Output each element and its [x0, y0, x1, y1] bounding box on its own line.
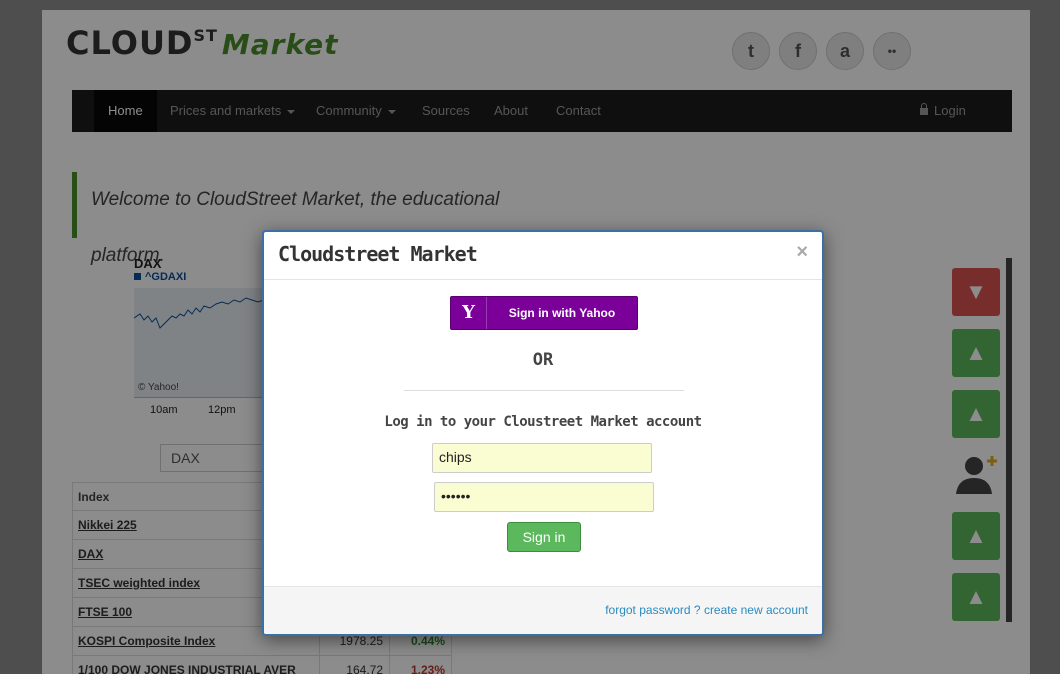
sign-in-button[interactable]: Sign in [507, 522, 581, 552]
divider [404, 390, 684, 391]
yahoo-logo-icon: Y [451, 297, 487, 329]
login-heading: Log in to your Cloustreet Market account [384, 414, 702, 430]
modal-header: Cloudstreet Market × [264, 232, 822, 280]
modal-title: Cloudstreet Market [278, 242, 478, 266]
or-separator: OR [532, 350, 554, 370]
yahoo-button-label: Sign in with Yahoo [508, 306, 616, 320]
sign-in-with-yahoo-button[interactable]: Y Sign in with Yahoo [450, 296, 638, 330]
close-icon[interactable]: × [796, 242, 808, 262]
password-field[interactable]: •••••• [434, 482, 654, 512]
footer-links: forgot password ? create new account [605, 603, 808, 617]
modal-footer: forgot password ? create new account [264, 586, 822, 634]
username-field[interactable]: chips [432, 443, 652, 473]
forgot-password-link[interactable]: forgot password ? [605, 603, 700, 617]
create-account-link[interactable]: create new account [704, 603, 808, 617]
login-modal: Cloudstreet Market × Y Sign in with Yaho… [262, 230, 824, 636]
